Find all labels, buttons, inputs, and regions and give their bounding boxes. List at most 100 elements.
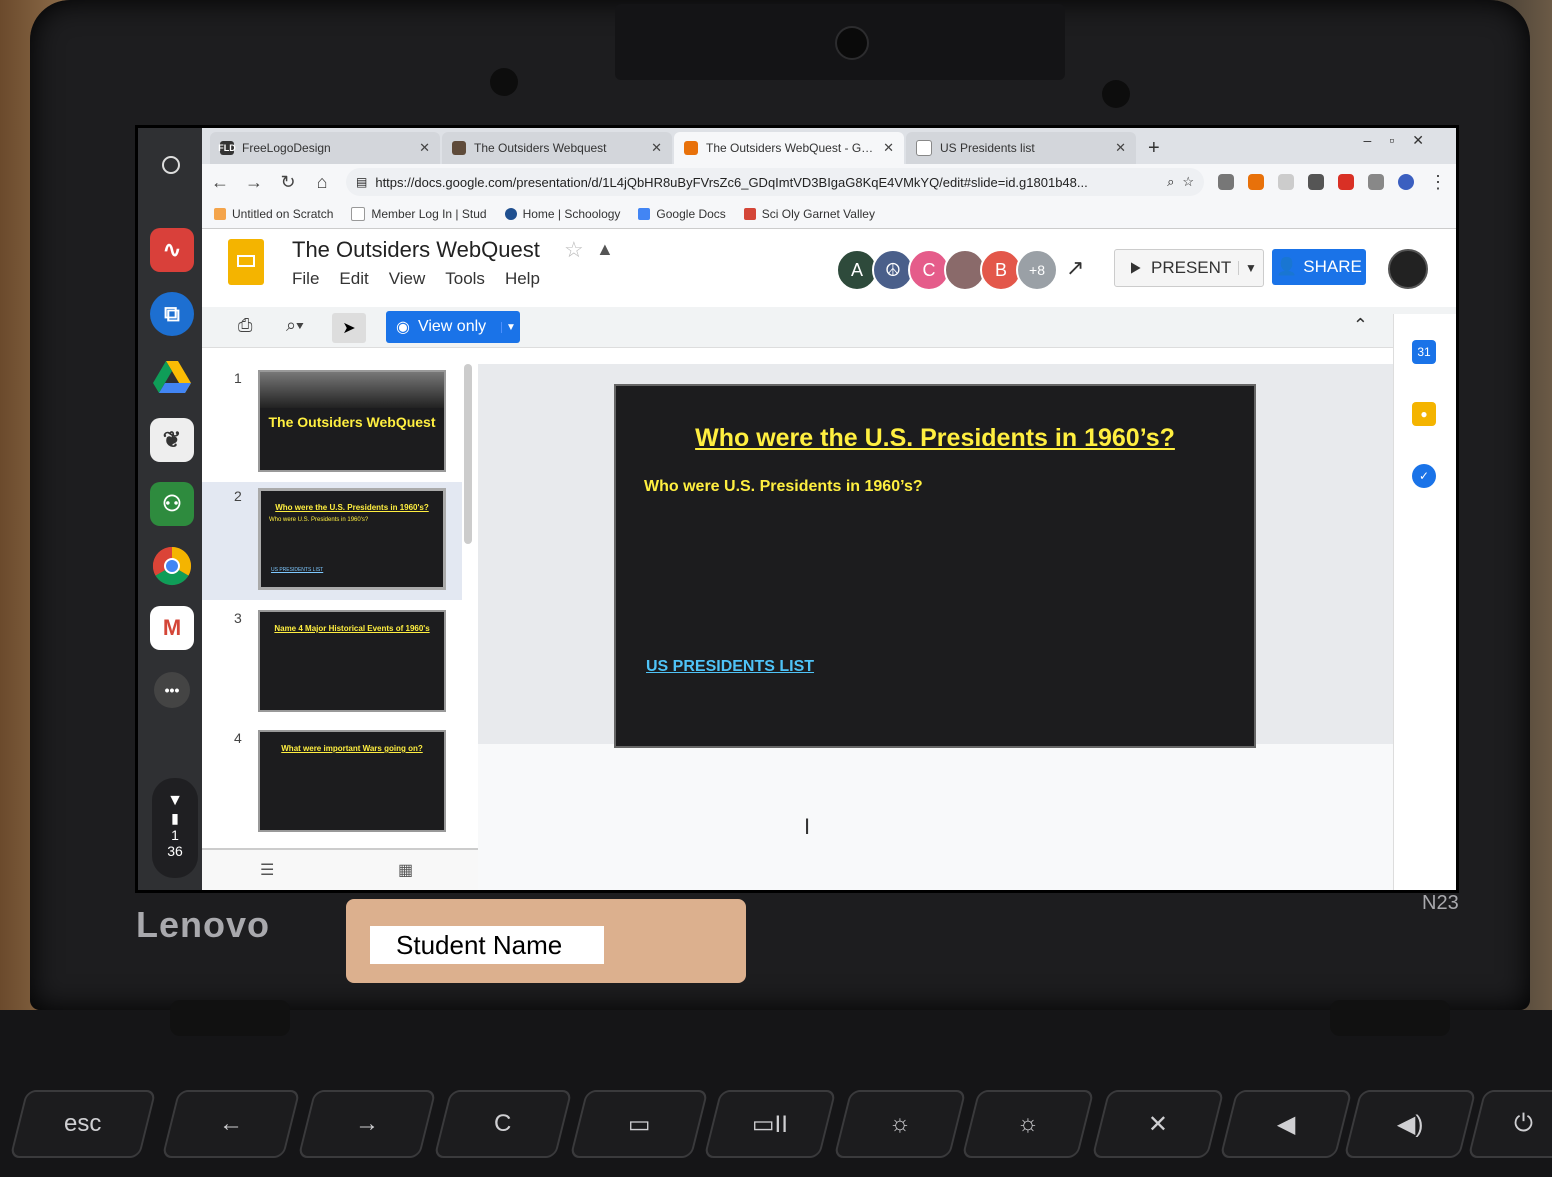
key-mute[interactable]: ✕	[1091, 1090, 1225, 1158]
chevron-down-icon[interactable]: ▼	[1238, 261, 1263, 275]
key-volume-up[interactable]: ◀)	[1343, 1090, 1477, 1158]
extension-icon[interactable]	[1368, 174, 1384, 190]
address-bar[interactable]: ▤ https://docs.google.com/presentation/d…	[346, 168, 1204, 196]
slide-thumbnail[interactable]: 4 What were important Wars going on?	[202, 724, 462, 842]
zoom-icon[interactable]: ⌕▾	[286, 315, 304, 336]
chevron-down-icon[interactable]: ▼	[501, 321, 520, 333]
new-tab-button[interactable]: +	[1148, 132, 1160, 164]
key-overview[interactable]: ▭II	[703, 1090, 837, 1158]
key-brightness-up[interactable]: ☼	[961, 1090, 1095, 1158]
student-name-field[interactable]: Student Name	[370, 926, 604, 964]
share-button[interactable]: 👤 SHARE	[1272, 249, 1366, 285]
slide-thumbnail[interactable]: 3 Name 4 Major Historical Events of 1960…	[202, 604, 462, 722]
keep-icon[interactable]: ●	[1412, 402, 1436, 426]
chevron-up-icon[interactable]: ⌃	[1353, 315, 1368, 336]
key-forward[interactable]: →	[297, 1090, 437, 1158]
more-collaborators-badge[interactable]: +8	[1016, 249, 1058, 291]
key-volume-down[interactable]: ◀	[1219, 1090, 1353, 1158]
chrome-icon[interactable]	[150, 544, 194, 588]
chrome-menu-icon[interactable]: ⋮	[1428, 172, 1448, 193]
bookmark-item[interactable]: Home | Schoology	[504, 207, 620, 221]
grid-view-icon[interactable]: ▦	[398, 860, 413, 880]
thumbnail-link: US PRESIDENTS LIST	[271, 567, 324, 573]
menu-edit[interactable]: Edit	[339, 269, 368, 289]
close-icon[interactable]: ✕	[1115, 140, 1126, 156]
bookmark-item[interactable]: Google Docs	[638, 207, 726, 221]
move-to-drive-icon[interactable]: ▲	[596, 239, 614, 260]
reload-icon[interactable]: ↻	[278, 172, 298, 193]
bookmark-label: Untitled on Scratch	[232, 207, 334, 221]
slide-number: 1	[234, 370, 242, 386]
presidents-list-link[interactable]: US PRESIDENTS LIST	[646, 658, 814, 676]
menu-bar: File Edit View Tools Help	[292, 269, 540, 289]
slide-thumbnail-selected[interactable]: 2 Who were the U.S. Presidents in 1960's…	[202, 482, 462, 600]
key-refresh[interactable]: C	[433, 1090, 573, 1158]
thumbnail-image: What were important Wars going on?	[258, 730, 446, 832]
close-icon[interactable]: ✕	[419, 140, 430, 156]
extension-gear-icon[interactable]	[1218, 174, 1234, 190]
menu-tools[interactable]: Tools	[445, 269, 485, 289]
thumbnail-title: Who were the U.S. Presidents in 1960's?	[275, 503, 429, 512]
tab-title: The Outsiders WebQuest - Googl	[706, 141, 878, 155]
gmail-icon[interactable]: M	[150, 606, 194, 650]
webcam-icon	[835, 26, 869, 60]
back-arrow-icon[interactable]: ←	[210, 172, 230, 193]
select-pointer-icon[interactable]: ➤	[332, 313, 366, 343]
print-icon[interactable]: ⎙	[238, 315, 252, 336]
close-icon[interactable]: ✕	[651, 140, 662, 156]
google-classroom-icon[interactable]: ⚇	[150, 482, 194, 526]
tree-app-icon[interactable]: ❦	[150, 418, 194, 462]
document-title[interactable]: The Outsiders WebQuest	[292, 237, 540, 263]
url-text[interactable]: https://docs.google.com/presentation/d/1…	[375, 175, 1159, 190]
close-icon[interactable]: ✕	[883, 140, 894, 156]
browser-tab[interactable]: US Presidents list ✕	[906, 132, 1136, 164]
bezel-bumper	[490, 68, 518, 96]
view-only-button[interactable]: ◉ View only ▼	[386, 311, 520, 343]
home-icon[interactable]: ⌂	[312, 172, 332, 193]
list-view-icon[interactable]: ☰	[260, 860, 274, 880]
forward-arrow-icon[interactable]: →	[244, 172, 264, 193]
star-icon[interactable]: ☆	[564, 237, 584, 263]
slide-thumbnail[interactable]: 1 The Outsiders WebQuest	[202, 364, 462, 482]
extension-icon[interactable]	[1398, 174, 1414, 190]
extension-icon[interactable]	[1278, 174, 1294, 190]
freelogodesign-favicon-icon: FLD	[218, 141, 236, 155]
extension-icon[interactable]	[1338, 174, 1354, 190]
more-apps-icon[interactable]: •••	[154, 672, 190, 708]
page-info-icon[interactable]: ▤	[356, 175, 367, 189]
extension-icon[interactable]	[1248, 174, 1264, 190]
bookmark-item[interactable]: Untitled on Scratch	[214, 207, 333, 221]
menu-view[interactable]: View	[389, 269, 426, 289]
profile-avatar[interactable]	[1388, 249, 1428, 289]
google-drive-icon[interactable]	[150, 356, 194, 400]
key-brightness-down[interactable]: ☼	[833, 1090, 967, 1158]
activity-trend-icon[interactable]: ↗	[1066, 255, 1084, 281]
bookmark-item[interactable]: Sci Oly Garnet Valley	[743, 207, 875, 221]
launcher-icon[interactable]	[162, 156, 180, 174]
browser-tab[interactable]: The Outsiders Webquest ✕	[442, 132, 672, 164]
status-time-minute: 36	[167, 843, 183, 859]
google-slides-logo-icon[interactable]	[228, 239, 264, 285]
menu-help[interactable]: Help	[505, 269, 540, 289]
bookmark-star-icon[interactable]: ☆	[1182, 174, 1194, 190]
key-fullscreen[interactable]: ▭	[569, 1090, 709, 1158]
key-esc[interactable]: esc	[9, 1090, 157, 1158]
zoom-icon[interactable]: ⌕	[1167, 174, 1174, 190]
browser-tab[interactable]: FLD FreeLogoDesign ✕	[210, 132, 440, 164]
menu-file[interactable]: File	[292, 269, 319, 289]
current-slide[interactable]: Who were the U.S. Presidents in 1960’s? …	[614, 384, 1256, 748]
status-area[interactable]: ▼ ▮ 1 36	[152, 778, 198, 878]
bookmark-item[interactable]: Member Log In | Stud	[351, 207, 487, 221]
present-button[interactable]: PRESENT ▼	[1114, 249, 1264, 287]
speaker-notes-area[interactable]	[478, 744, 1394, 890]
thumbnail-body: Who were U.S. Presidents in 1960's?	[269, 517, 369, 523]
filmstrip-scrollbar[interactable]	[464, 364, 472, 544]
scratch-app-icon[interactable]: ∿	[150, 228, 194, 272]
browser-tab-active[interactable]: The Outsiders WebQuest - Googl ✕	[674, 132, 904, 164]
window-controls[interactable]: –▫✕	[1364, 132, 1442, 149]
app-icon[interactable]: ⧉	[150, 292, 194, 336]
extension-icon[interactable]	[1308, 174, 1324, 190]
tasks-icon[interactable]: ✓	[1412, 464, 1436, 488]
calendar-icon[interactable]: 31	[1412, 340, 1436, 364]
key-back[interactable]: ←	[161, 1090, 301, 1158]
